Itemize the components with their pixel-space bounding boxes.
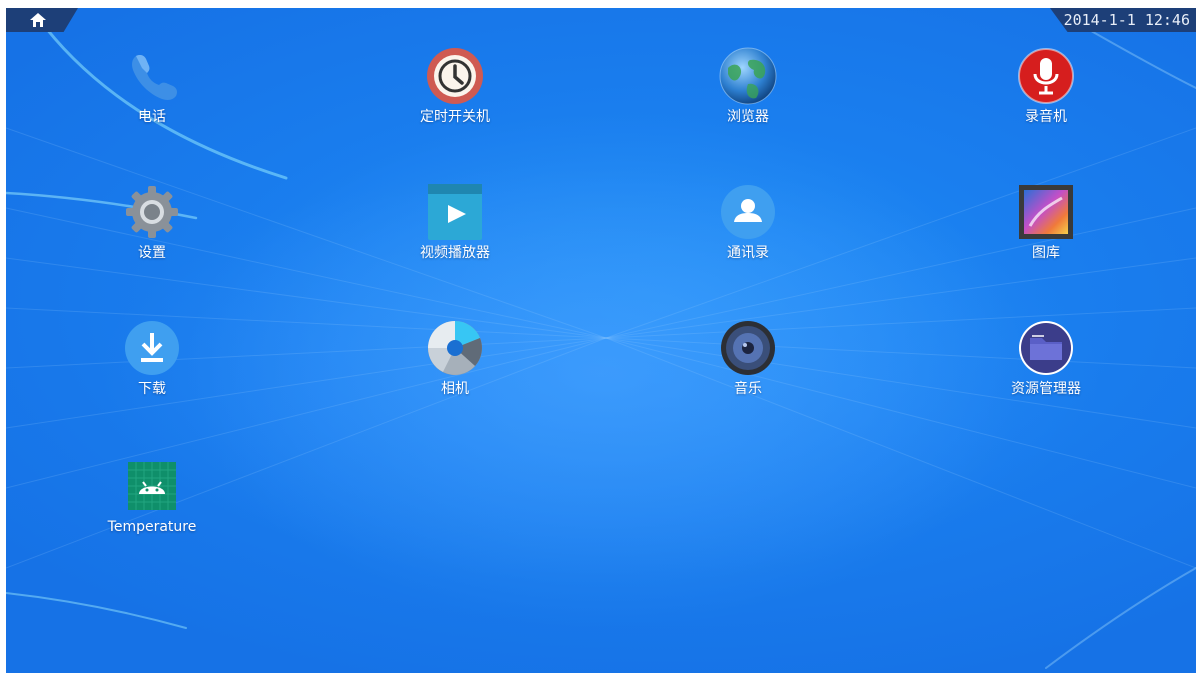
app-browser[interactable]: 浏览器 xyxy=(668,46,828,156)
app-label: 电话 xyxy=(138,109,166,125)
app-label: 浏览器 xyxy=(727,109,769,125)
home-icon xyxy=(30,13,46,27)
app-phone[interactable]: 电话 xyxy=(72,46,232,156)
camera-aperture-icon xyxy=(428,321,482,375)
app-gallery[interactable]: 图库 xyxy=(966,182,1126,292)
contacts-icon xyxy=(721,185,775,239)
gear-icon xyxy=(126,186,178,238)
app-file-manager[interactable]: 资源管理器 xyxy=(966,318,1126,428)
video-player-icon xyxy=(428,184,482,240)
speaker-icon xyxy=(721,321,775,375)
app-camera[interactable]: 相机 xyxy=(375,318,535,428)
app-download[interactable]: 下载 xyxy=(72,318,232,428)
app-label: 视频播放器 xyxy=(420,245,490,261)
gallery-icon xyxy=(1019,185,1073,239)
app-temperature[interactable]: Temperature xyxy=(72,456,232,566)
app-label: 相机 xyxy=(441,381,469,397)
app-music[interactable]: 音乐 xyxy=(668,318,828,428)
folder-icon xyxy=(1019,321,1073,375)
android-icon xyxy=(128,462,176,510)
app-settings[interactable]: 设置 xyxy=(72,182,232,292)
app-video-player[interactable]: 视频播放器 xyxy=(375,182,535,292)
globe-icon xyxy=(719,47,777,105)
app-recorder[interactable]: 录音机 xyxy=(966,46,1126,156)
app-label: 音乐 xyxy=(734,381,762,397)
app-label: 资源管理器 xyxy=(1011,381,1081,397)
phone-icon xyxy=(132,55,177,100)
status-clock: 2014-1-1 12:46 xyxy=(1050,8,1196,32)
download-icon xyxy=(125,321,179,375)
app-label: 设置 xyxy=(138,245,166,261)
app-timer-power[interactable]: 定时开关机 xyxy=(375,46,535,156)
app-contacts[interactable]: 通讯录 xyxy=(668,182,828,292)
app-label: 通讯录 xyxy=(727,245,769,261)
app-label: 图库 xyxy=(1032,245,1060,261)
datetime-text: 2014-1-1 12:46 xyxy=(1063,11,1190,29)
app-label: 定时开关机 xyxy=(420,109,490,125)
home-screen: 2014-1-1 12:46 电话 定时开关机 浏览器 录音机 设置 视频播放器… xyxy=(6,8,1196,673)
microphone-icon xyxy=(1018,48,1074,104)
clock-icon xyxy=(427,48,483,104)
app-label: Temperature xyxy=(107,519,197,535)
app-label: 录音机 xyxy=(1025,109,1067,125)
app-label: 下载 xyxy=(138,381,166,397)
